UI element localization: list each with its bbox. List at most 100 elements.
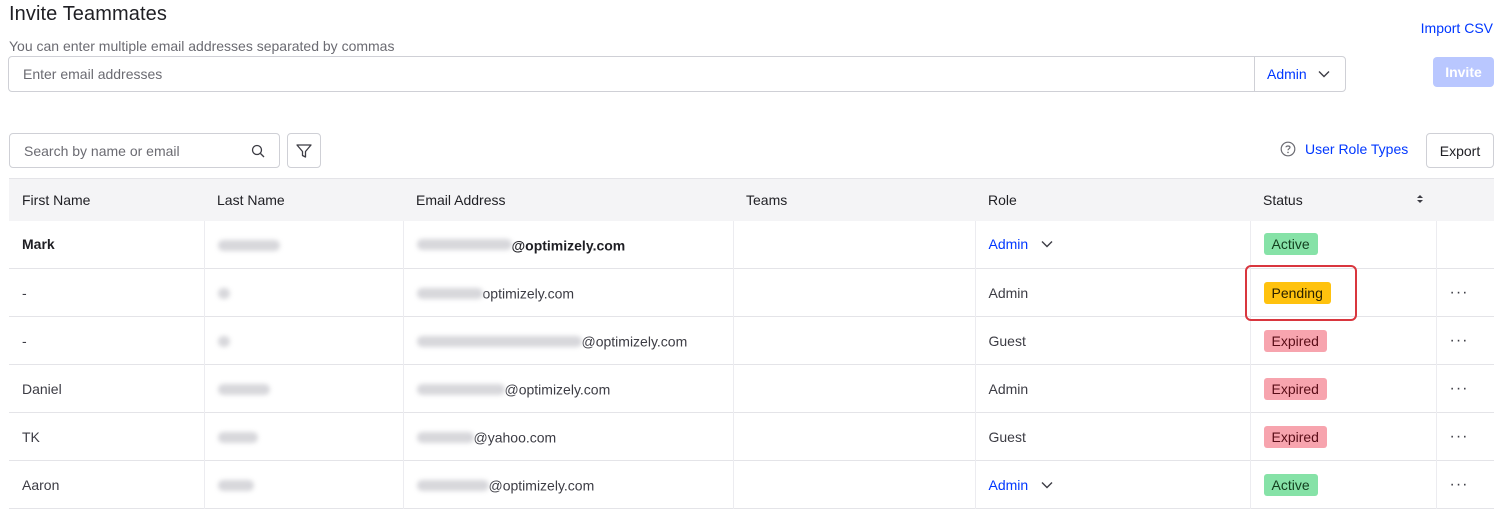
redacted-text — [416, 287, 483, 299]
col-last-name[interactable]: Last Name — [204, 178, 403, 221]
table-row[interactable]: Daniel @optimizely.com Admin Expired ··· — [9, 364, 1494, 413]
invite-role-select[interactable]: Admin — [1254, 57, 1345, 91]
actions-cell: ··· — [1436, 461, 1494, 509]
first-name-cell: Mark — [9, 220, 205, 269]
sort-icon[interactable] — [1416, 193, 1424, 205]
teams-cell — [733, 460, 976, 509]
teams-cell — [733, 220, 976, 269]
actions-cell: ··· — [1436, 317, 1494, 365]
chevron-down-icon — [1318, 71, 1330, 78]
role-cell: Admin — [975, 268, 1251, 317]
role-cell: Admin — [975, 460, 1251, 509]
email-cell: optimizely.com — [403, 268, 734, 317]
col-status[interactable]: Status — [1250, 178, 1436, 221]
redacted-text — [416, 431, 474, 443]
import-csv-link[interactable]: Import CSV — [1421, 20, 1493, 36]
col-actions — [1436, 178, 1494, 221]
redacted-text — [416, 479, 489, 491]
col-first-name[interactable]: First Name — [9, 178, 204, 221]
status-badge: Expired — [1263, 425, 1327, 448]
help-circle-icon — [1280, 141, 1296, 157]
first-name-cell: Aaron — [9, 460, 205, 509]
status-badge: Expired — [1263, 377, 1327, 400]
table-row[interactable]: Mark @optimizely.com Admin Active — [9, 220, 1494, 269]
role-cell: Admin — [975, 364, 1251, 413]
more-dots-icon[interactable]: ··· — [1450, 428, 1469, 445]
table-row[interactable]: - optimizely.com Admin Pending ··· — [9, 268, 1494, 317]
export-button[interactable]: Export — [1426, 133, 1494, 168]
search-input[interactable] — [24, 142, 234, 159]
redacted-text — [217, 336, 230, 348]
email-domain: optimizely.com — [482, 285, 575, 302]
invite-button[interactable]: Invite — [1433, 57, 1494, 87]
role-dropdown[interactable]: Admin — [989, 236, 1055, 252]
email-domain: @optimizely.com — [511, 236, 626, 253]
table-row[interactable]: TK @yahoo.com Guest Expired ··· — [9, 412, 1494, 461]
user-role-types-label: User Role Types — [1305, 141, 1409, 157]
role-cell: Admin — [975, 220, 1251, 269]
status-badge: Pending — [1263, 281, 1331, 304]
teams-cell — [733, 412, 976, 461]
last-name-cell — [204, 268, 404, 317]
teams-cell — [733, 364, 976, 413]
more-dots-icon[interactable]: ··· — [1450, 332, 1469, 349]
role-cell: Guest — [975, 316, 1251, 365]
more-dots-icon[interactable]: ··· — [1450, 476, 1469, 493]
email-addresses-input[interactable] — [9, 57, 1254, 91]
role-dropdown[interactable]: Admin — [989, 477, 1055, 493]
page-title: Invite Teammates — [9, 3, 167, 25]
email-domain: @optimizely.com — [581, 333, 688, 350]
invite-role-value: Admin — [1267, 66, 1307, 82]
table-header-row: First Name Last Name Email Address Teams… — [9, 178, 1494, 221]
role-cell: Guest — [975, 412, 1251, 461]
email-domain: @yahoo.com — [473, 429, 557, 446]
email-cell: @optimizely.com — [403, 364, 734, 413]
last-name-cell — [204, 316, 404, 365]
table-row[interactable]: - @optimizely.com Guest Expired ··· — [9, 316, 1494, 365]
more-dots-icon[interactable]: ··· — [1450, 284, 1469, 301]
redacted-text — [217, 432, 258, 444]
status-cell: Expired — [1250, 316, 1437, 365]
search-box — [9, 133, 280, 168]
col-role[interactable]: Role — [975, 178, 1250, 221]
invite-hint: You can enter multiple email addresses s… — [9, 38, 395, 54]
status-badge: Active — [1263, 473, 1318, 496]
search-icon — [251, 144, 265, 157]
redacted-text — [217, 288, 230, 300]
email-cell: @optimizely.com — [403, 220, 734, 269]
status-cell: Expired — [1250, 412, 1437, 461]
actions-cell — [1436, 221, 1494, 269]
redacted-text — [217, 480, 254, 492]
teams-cell — [733, 268, 976, 317]
email-cell: @optimizely.com — [403, 460, 734, 509]
role-value: Admin — [988, 476, 1029, 493]
col-email[interactable]: Email Address — [403, 178, 733, 221]
email-cell: @optimizely.com — [403, 316, 734, 365]
filter-icon — [296, 143, 312, 158]
filter-button[interactable] — [287, 133, 321, 168]
status-cell: Active — [1250, 220, 1437, 269]
role-value: Admin — [988, 236, 1029, 253]
first-name-cell: TK — [9, 412, 205, 461]
actions-cell: ··· — [1436, 413, 1494, 461]
status-cell: Active — [1250, 460, 1437, 509]
invite-row: Admin — [8, 56, 1346, 92]
first-name-cell: Daniel — [9, 364, 205, 413]
last-name-cell — [204, 220, 404, 269]
chevron-down-icon — [1041, 481, 1053, 488]
table-row[interactable]: Aaron @optimizely.com Admin Active ··· — [9, 460, 1494, 509]
col-teams[interactable]: Teams — [733, 178, 975, 221]
redacted-text — [217, 240, 280, 252]
user-role-types-link[interactable]: User Role Types — [1280, 141, 1408, 157]
teams-cell — [733, 316, 976, 365]
actions-cell: ··· — [1436, 269, 1494, 317]
chevron-down-icon — [1041, 241, 1053, 248]
status-badge: Expired — [1263, 329, 1327, 352]
email-cell: @yahoo.com — [403, 412, 734, 461]
status-cell: Pending — [1250, 268, 1437, 317]
actions-cell: ··· — [1436, 365, 1494, 413]
more-dots-icon[interactable]: ··· — [1450, 380, 1469, 397]
email-domain: @optimizely.com — [488, 477, 595, 494]
last-name-cell — [204, 364, 404, 413]
first-name-cell: - — [9, 316, 205, 365]
